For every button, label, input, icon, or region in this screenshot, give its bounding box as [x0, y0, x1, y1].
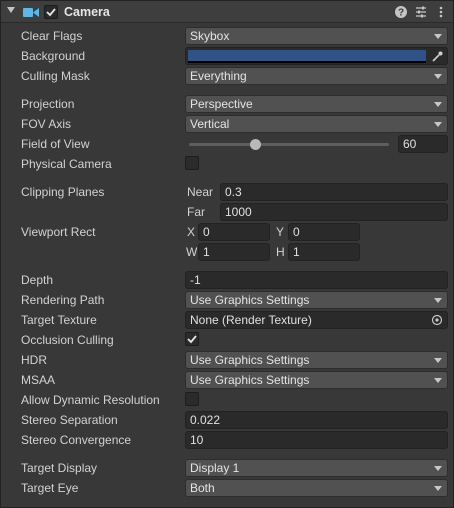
target-display-label: Target Display — [21, 461, 98, 475]
clear-flags-label: Clear Flags — [21, 29, 83, 43]
checkmark-icon — [46, 8, 56, 17]
field-of-view-slider-track[interactable] — [189, 143, 389, 146]
checkmark-icon — [187, 335, 197, 344]
target-eye-dropdown[interactable]: Both — [185, 479, 448, 497]
field-of-view-value: 60 — [403, 137, 417, 151]
viewport-w-input[interactable]: 1 — [198, 243, 270, 261]
viewport-h-value: 1 — [293, 245, 300, 259]
near-label: Near — [187, 185, 214, 199]
stereo-separation-input[interactable]: 0.022 — [185, 411, 448, 429]
field-of-view-slider-thumb[interactable] — [250, 139, 261, 150]
alpha-bar — [188, 61, 426, 63]
object-picker-icon[interactable] — [431, 314, 443, 326]
clear-flags-dropdown[interactable]: Skybox — [185, 27, 448, 45]
camera-icon — [23, 8, 39, 17]
background-label: Background — [21, 49, 86, 63]
allow-dynamic-resolution-checkbox[interactable] — [185, 392, 199, 406]
viewport-w-value: 1 — [203, 245, 210, 259]
occlusion-culling-checkbox[interactable] — [185, 332, 199, 346]
target-eye-label: Target Eye — [21, 481, 79, 495]
near-input[interactable]: 0.3 — [220, 183, 448, 201]
depth-label: Depth — [21, 273, 54, 287]
depth-input[interactable]: -1 — [185, 271, 448, 289]
dropdown-arrow-icon — [434, 34, 442, 39]
viewport-x-value: 0 — [203, 225, 210, 239]
preset-icon[interactable] — [414, 5, 428, 19]
culling-mask-value: Everything — [190, 69, 247, 83]
svg-text:?: ? — [398, 8, 404, 19]
fov-axis-dropdown[interactable]: Vertical — [185, 115, 448, 133]
stereo-separation-value: 0.022 — [190, 413, 221, 427]
stereo-convergence-label: Stereo Convergence — [21, 433, 132, 447]
eyedropper-icon[interactable] — [431, 50, 444, 63]
fov-axis-value: Vertical — [190, 117, 230, 131]
target-eye-value: Both — [190, 481, 215, 495]
projection-dropdown[interactable]: Perspective — [185, 95, 448, 113]
msaa-label: MSAA — [21, 373, 56, 387]
viewport-rect-label: Viewport Rect — [21, 225, 96, 239]
culling-mask-label: Culling Mask — [21, 69, 90, 83]
msaa-dropdown[interactable]: Use Graphics Settings — [185, 371, 448, 389]
viewport-y-input[interactable]: 0 — [288, 223, 360, 241]
component-header[interactable]: Camera ? — [1, 1, 453, 23]
dropdown-arrow-icon — [434, 74, 442, 79]
target-texture-field[interactable]: None (Render Texture) — [185, 311, 448, 329]
rendering-path-value: Use Graphics Settings — [190, 293, 310, 307]
msaa-value: Use Graphics Settings — [190, 373, 310, 387]
viewport-x-input[interactable]: 0 — [198, 223, 270, 241]
hdr-label: HDR — [21, 353, 47, 367]
clear-flags-value: Skybox — [190, 29, 230, 43]
dropdown-arrow-icon — [434, 378, 442, 383]
rendering-path-label: Rendering Path — [21, 293, 105, 307]
background-color-field[interactable] — [185, 47, 448, 65]
rendering-path-dropdown[interactable]: Use Graphics Settings — [185, 291, 448, 309]
fov-axis-label: FOV Axis — [21, 117, 72, 131]
dropdown-arrow-icon — [434, 122, 442, 127]
allow-dynamic-resolution-label: Allow Dynamic Resolution — [21, 393, 160, 407]
viewport-h-label: H — [276, 245, 285, 259]
target-display-dropdown[interactable]: Display 1 — [185, 459, 448, 477]
projection-value: Perspective — [190, 97, 253, 111]
stereo-convergence-input[interactable]: 10 — [185, 431, 448, 449]
physical-camera-label: Physical Camera — [21, 157, 112, 171]
fold-arrow-icon[interactable] — [7, 7, 15, 13]
far-label: Far — [187, 205, 205, 219]
hdr-value: Use Graphics Settings — [190, 353, 310, 367]
hdr-dropdown[interactable]: Use Graphics Settings — [185, 351, 448, 369]
stereo-convergence-value: 10 — [190, 433, 204, 447]
target-texture-value: None (Render Texture) — [190, 313, 312, 327]
culling-mask-dropdown[interactable]: Everything — [185, 67, 448, 85]
depth-value: -1 — [190, 273, 201, 287]
dropdown-arrow-icon — [434, 298, 442, 303]
near-value: 0.3 — [225, 185, 242, 199]
occlusion-culling-label: Occlusion Culling — [21, 333, 114, 347]
far-input[interactable]: 1000 — [220, 203, 448, 221]
viewport-h-input[interactable]: 1 — [288, 243, 360, 261]
far-value: 1000 — [225, 205, 252, 219]
projection-label: Projection — [21, 97, 75, 111]
dropdown-arrow-icon — [434, 358, 442, 363]
target-texture-label: Target Texture — [21, 313, 97, 327]
help-icon[interactable]: ? — [394, 5, 408, 19]
field-of-view-input[interactable]: 60 — [398, 135, 448, 153]
component-enabled-checkbox[interactable] — [44, 5, 58, 19]
background-color-swatch[interactable] — [188, 50, 426, 61]
stereo-separation-label: Stereo Separation — [21, 413, 118, 427]
dropdown-arrow-icon — [434, 102, 442, 107]
physical-camera-checkbox[interactable] — [185, 156, 199, 170]
clipping-planes-label: Clipping Planes — [21, 185, 105, 199]
more-icon[interactable] — [434, 5, 448, 19]
viewport-y-value: 0 — [293, 225, 300, 239]
field-of-view-label: Field of View — [21, 137, 90, 151]
target-display-value: Display 1 — [190, 461, 240, 475]
dropdown-arrow-icon — [434, 486, 442, 491]
viewport-x-label: X — [187, 225, 196, 239]
viewport-w-label: W — [186, 245, 198, 259]
dropdown-arrow-icon — [434, 466, 442, 471]
viewport-y-label: Y — [276, 225, 285, 239]
component-title: Camera — [64, 5, 110, 19]
